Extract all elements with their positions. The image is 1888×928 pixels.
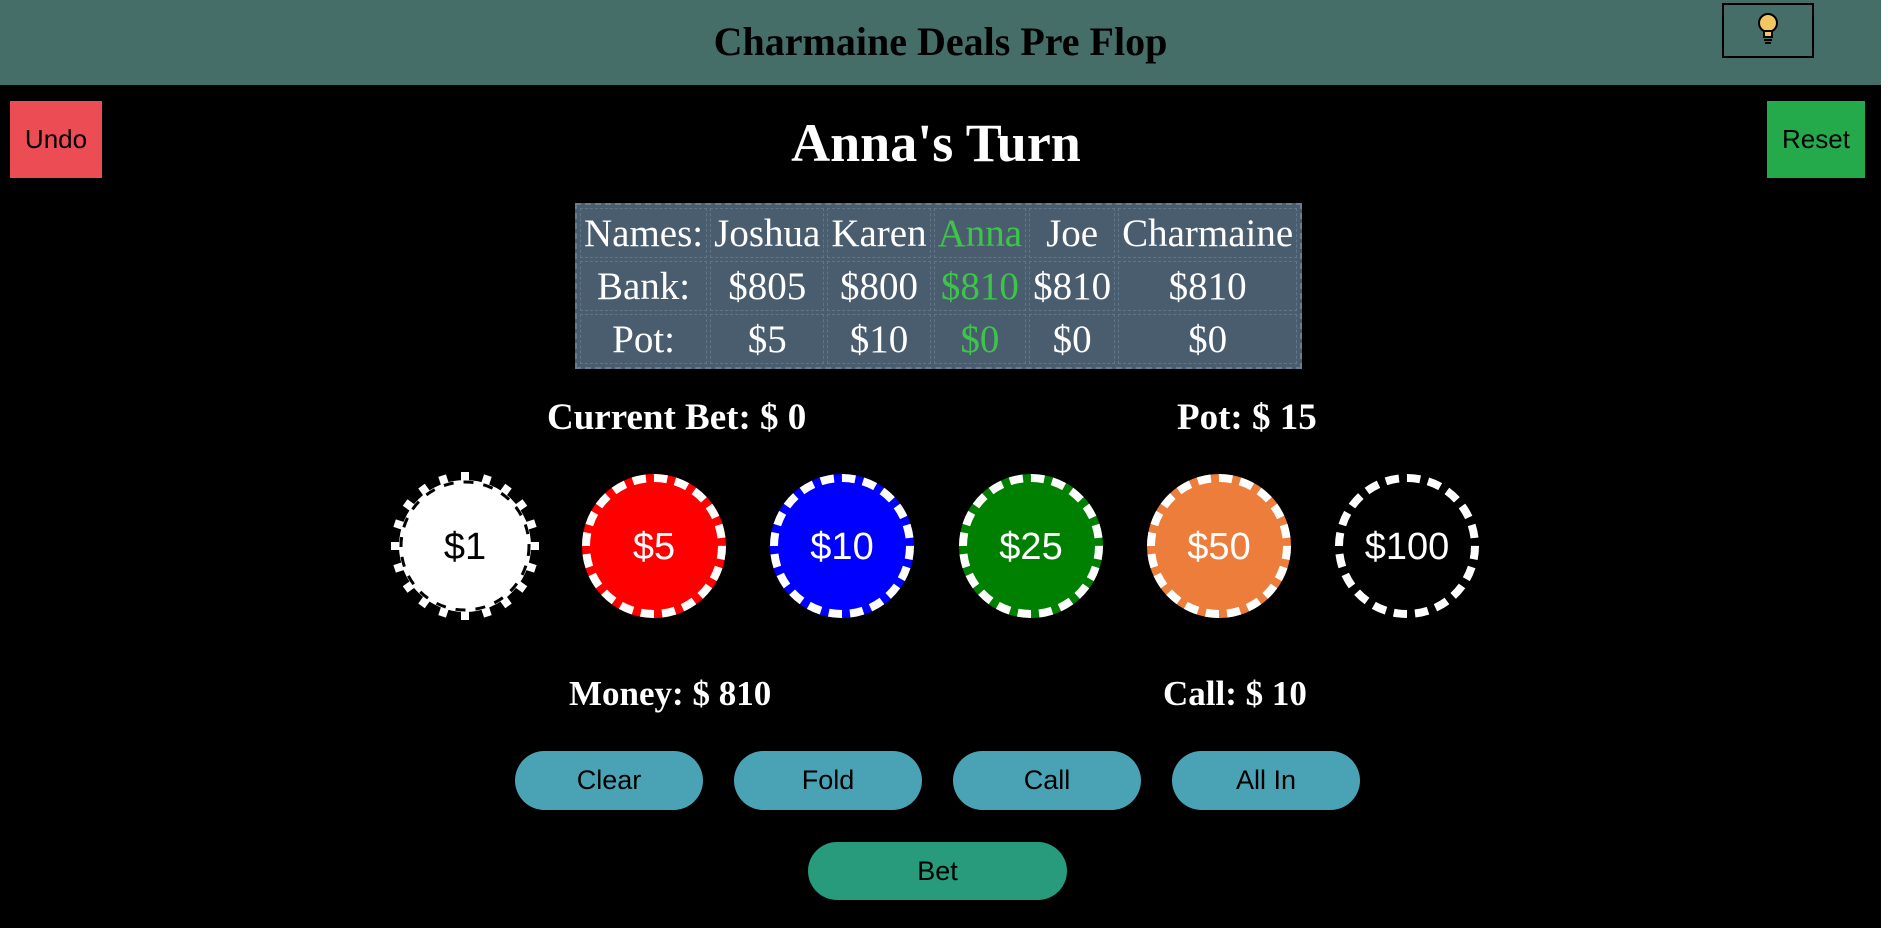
- player-name: Joe: [1029, 208, 1116, 258]
- all-in-button[interactable]: All In: [1172, 751, 1360, 810]
- chip-5[interactable]: $5: [580, 472, 728, 620]
- clear-button[interactable]: Clear: [515, 751, 703, 810]
- header-bar: Charmaine Deals Pre Flop: [0, 0, 1881, 85]
- player-pot: $5: [710, 314, 825, 364]
- player-name: Karen: [827, 208, 931, 258]
- player-name-active: Anna: [933, 208, 1027, 258]
- pot-row: Pot: $5 $10 $0 $0 $0: [580, 314, 1298, 364]
- player-pot: $0: [1029, 314, 1116, 364]
- current-bet-label: Current Bet: $ 0: [547, 397, 807, 438]
- chip-10[interactable]: $10: [768, 472, 916, 620]
- money-label: Money: $ 810: [569, 674, 772, 713]
- bet-button[interactable]: Bet: [808, 842, 1067, 900]
- fold-button[interactable]: Fold: [734, 751, 922, 810]
- turn-heading: Anna's Turn: [791, 113, 1081, 173]
- player-bank-active: $810: [933, 261, 1027, 311]
- chip-50[interactable]: $50: [1145, 472, 1293, 620]
- player-bank: $810: [1118, 261, 1298, 311]
- player-name: Charmaine: [1118, 208, 1298, 258]
- hint-button[interactable]: [1722, 3, 1814, 58]
- names-row: Names: Joshua Karen Anna Joe Charmaine: [580, 208, 1298, 258]
- chip-25[interactable]: $25: [957, 472, 1105, 620]
- row-label: Pot:: [580, 314, 708, 364]
- chip-1[interactable]: $1: [391, 472, 539, 620]
- call-amount-label: Call: $ 10: [1163, 674, 1307, 713]
- player-pot: $10: [827, 314, 931, 364]
- players-table: Names: Joshua Karen Anna Joe Charmaine B…: [575, 203, 1303, 369]
- chip-100[interactable]: $100: [1333, 472, 1481, 620]
- scrollbar-strip: [1881, 0, 1888, 928]
- lightbulb-icon: [1755, 11, 1781, 50]
- player-name: Joshua: [710, 208, 825, 258]
- chip-value-label: $1: [444, 526, 486, 568]
- chip-value-label: $100: [1365, 526, 1450, 568]
- row-label: Bank:: [580, 261, 708, 311]
- call-button[interactable]: Call: [953, 751, 1141, 810]
- player-pot: $0: [1118, 314, 1298, 364]
- chip-value-label: $25: [999, 526, 1062, 568]
- row-label: Names:: [580, 208, 708, 258]
- player-pot-active: $0: [933, 314, 1027, 364]
- pot-total-label: Pot: $ 15: [1177, 397, 1317, 438]
- chip-value-label: $50: [1187, 526, 1250, 568]
- chip-value-label: $5: [633, 526, 675, 568]
- player-bank: $800: [827, 261, 931, 311]
- chip-value-label: $10: [810, 526, 873, 568]
- player-bank: $810: [1029, 261, 1116, 311]
- player-bank: $805: [710, 261, 825, 311]
- bank-row: Bank: $805 $800 $810 $810 $810: [580, 261, 1298, 311]
- page-title: Charmaine Deals Pre Flop: [713, 19, 1168, 64]
